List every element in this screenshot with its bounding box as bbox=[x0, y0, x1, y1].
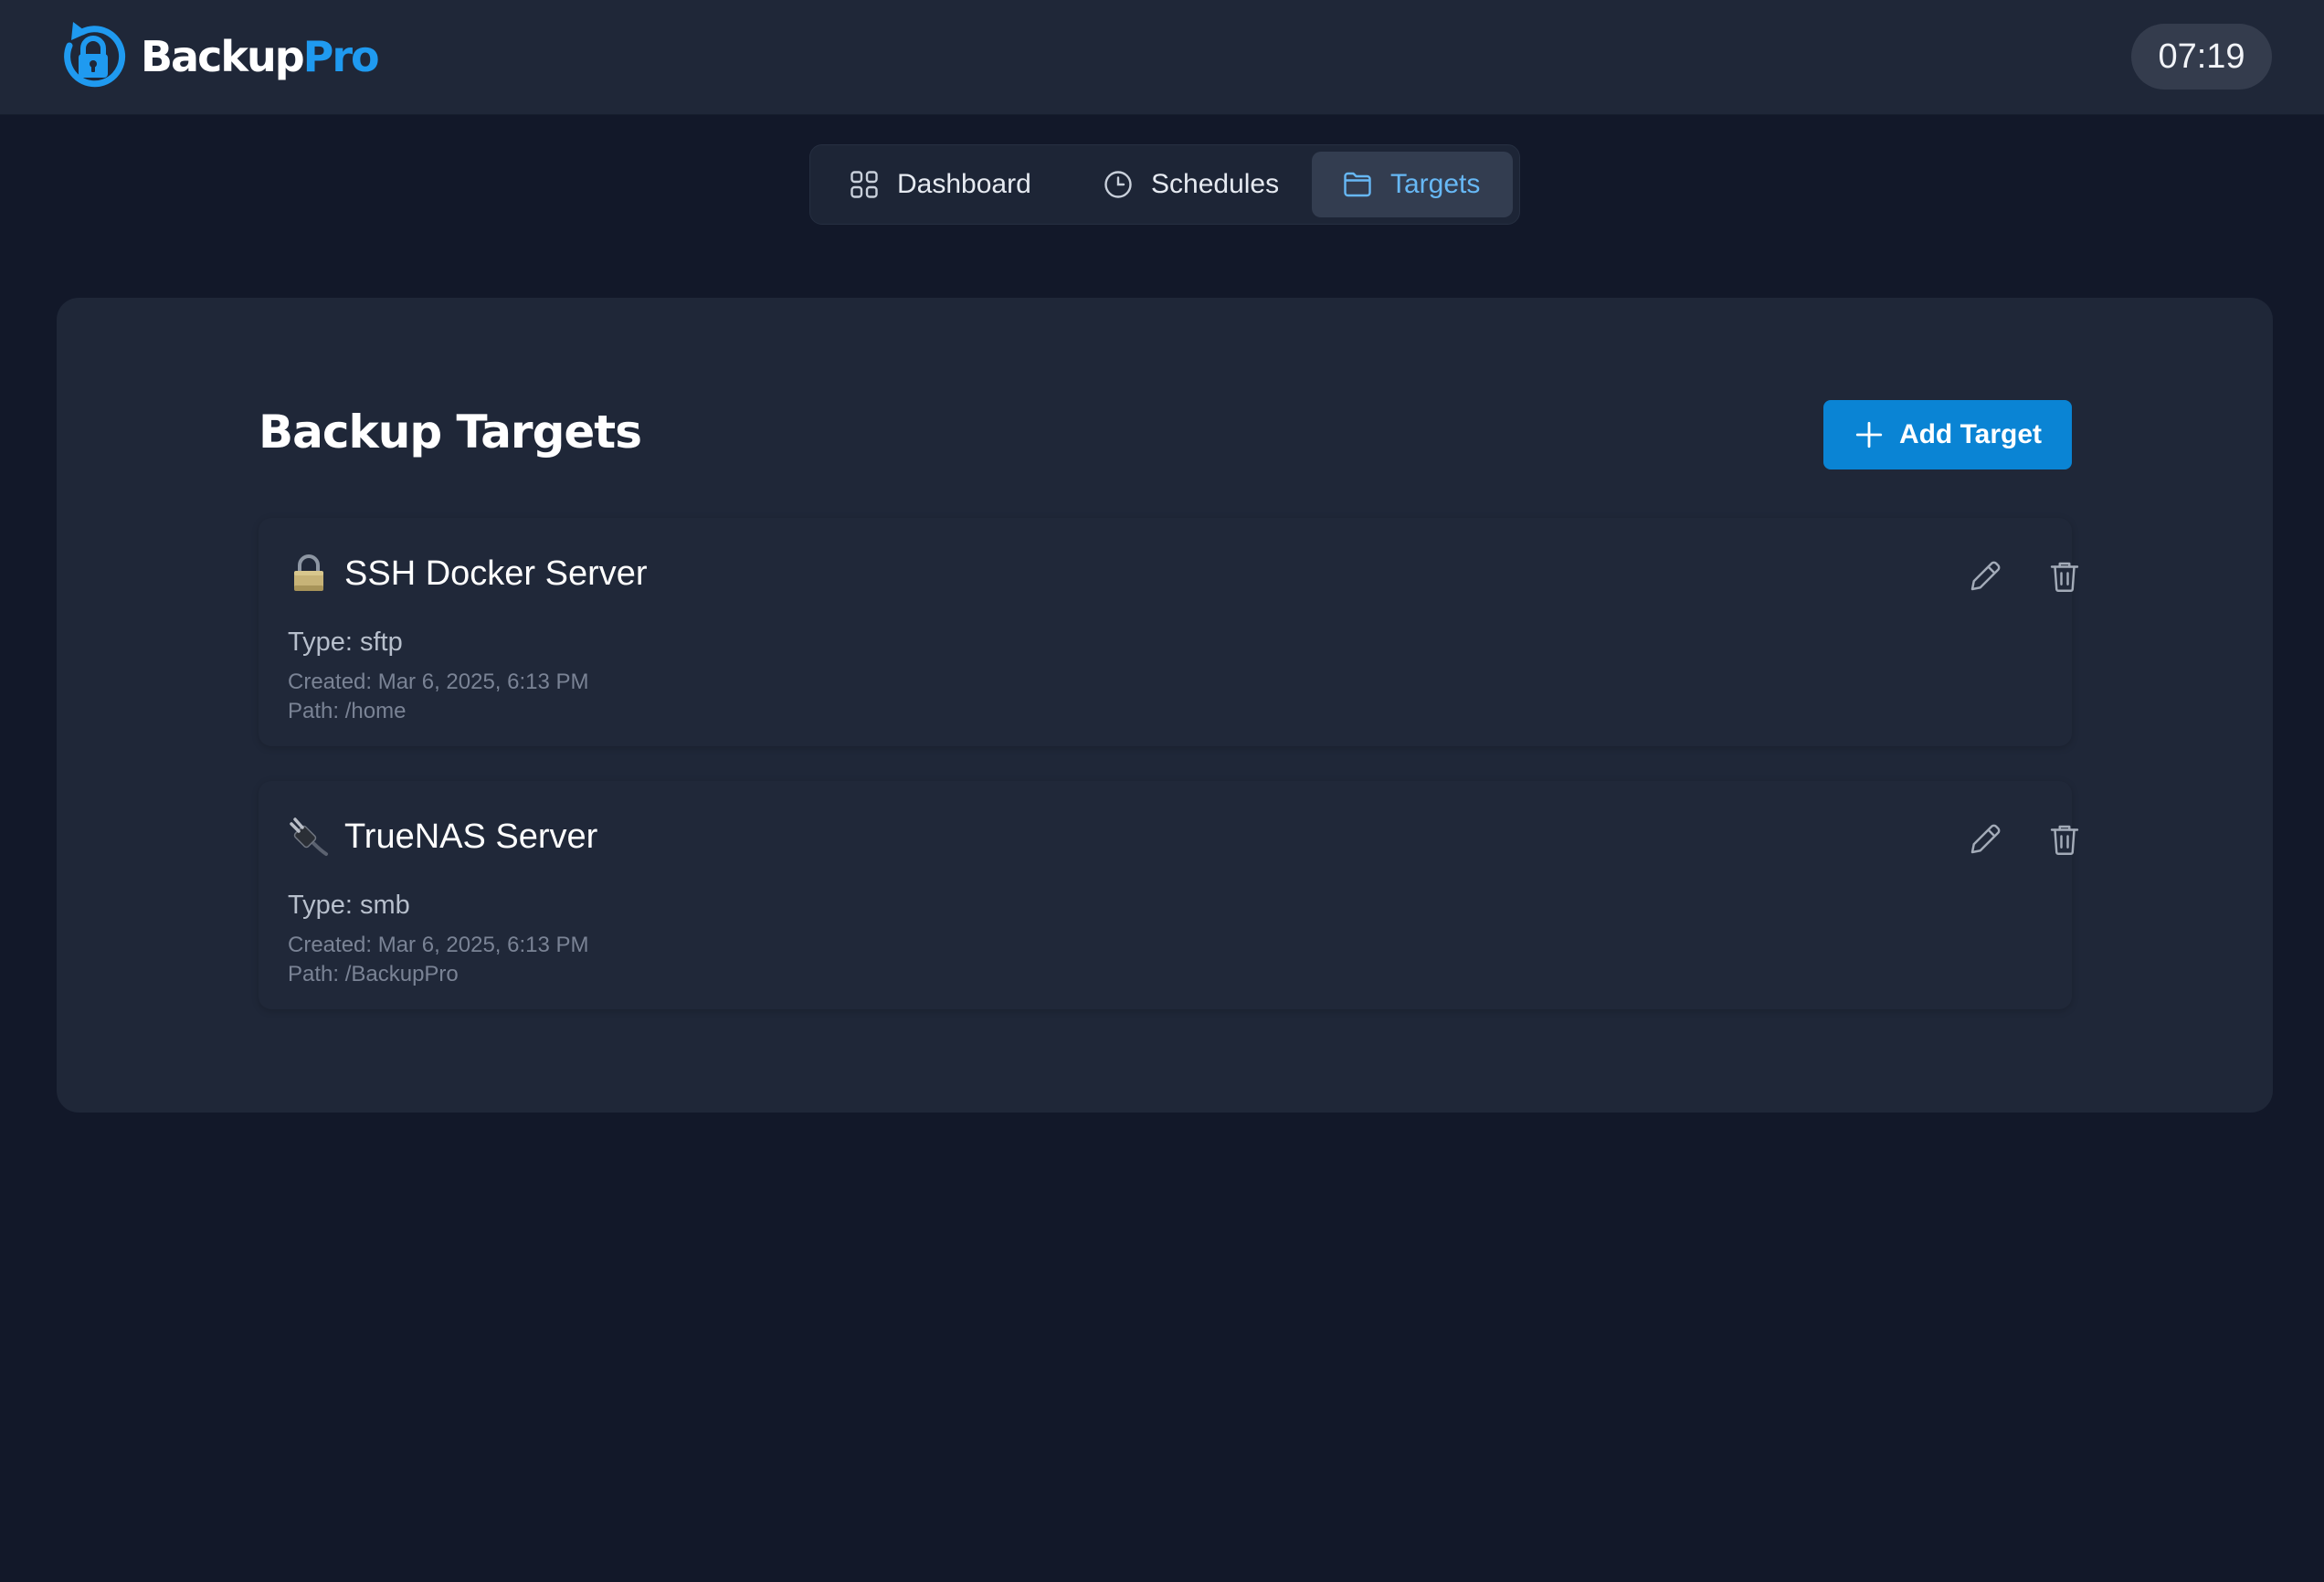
edit-target-button[interactable] bbox=[1961, 553, 2009, 600]
tab-dashboard[interactable]: Dashboard bbox=[817, 152, 1063, 217]
app-name-primary: Backup bbox=[141, 32, 305, 81]
target-created: Created: Mar 6, 2025, 6:13 PM bbox=[288, 933, 589, 957]
add-target-label: Add Target bbox=[1898, 419, 2043, 449]
clock-badge: 07:19 bbox=[2131, 24, 2272, 90]
app-logo[interactable]: BackupPro bbox=[55, 17, 380, 96]
plug-icon bbox=[290, 817, 328, 856]
plus-icon bbox=[1855, 421, 1883, 448]
trash-icon bbox=[2050, 825, 2079, 855]
app-name: BackupPro bbox=[141, 36, 380, 78]
target-path: Path: /home bbox=[288, 699, 407, 723]
pencil-icon bbox=[1970, 561, 2001, 591]
page-title: Backup Targets bbox=[259, 406, 642, 459]
delete-target-button[interactable] bbox=[2041, 553, 2088, 600]
tab-dashboard-label: Dashboard bbox=[897, 169, 1031, 199]
top-bar: BackupPro 07:19 bbox=[0, 0, 2324, 115]
target-name: TrueNAS Server bbox=[344, 817, 598, 856]
edit-target-button[interactable] bbox=[1961, 816, 2009, 863]
targets-panel: Backup Targets Add Target SSH Docker Ser… bbox=[57, 298, 2273, 1113]
pencil-icon bbox=[1970, 824, 2001, 854]
tab-schedules[interactable]: Schedules bbox=[1063, 152, 1312, 217]
lock-refresh-logo-icon bbox=[64, 22, 126, 88]
add-target-button[interactable]: Add Target bbox=[1823, 400, 2072, 469]
target-name: SSH Docker Server bbox=[344, 554, 648, 593]
main-nav: Dashboard Schedules Targets bbox=[809, 144, 1520, 225]
trash-icon bbox=[2050, 562, 2079, 592]
target-card: SSH Docker Server Type: sftp Created: Ma… bbox=[259, 518, 2079, 746]
tab-targets-label: Targets bbox=[1390, 169, 1481, 199]
target-card-header: TrueNAS Server bbox=[288, 816, 597, 858]
target-card: TrueNAS Server Type: smb Created: Mar 6,… bbox=[259, 781, 2079, 1009]
tab-targets[interactable]: Targets bbox=[1312, 152, 1513, 217]
grid-icon bbox=[850, 171, 878, 198]
folder-icon bbox=[1344, 172, 1371, 197]
target-created: Created: Mar 6, 2025, 6:13 PM bbox=[288, 670, 589, 694]
tab-schedules-label: Schedules bbox=[1151, 169, 1280, 199]
app-name-accent: Pro bbox=[302, 32, 380, 81]
clock-icon bbox=[1104, 171, 1132, 198]
delete-target-button[interactable] bbox=[2041, 816, 2088, 863]
target-type: Type: sftp bbox=[288, 628, 403, 657]
lock-icon bbox=[294, 554, 323, 591]
target-card-header: SSH Docker Server bbox=[288, 553, 648, 595]
target-path: Path: /BackupPro bbox=[288, 962, 459, 986]
target-type: Type: smb bbox=[288, 891, 410, 920]
